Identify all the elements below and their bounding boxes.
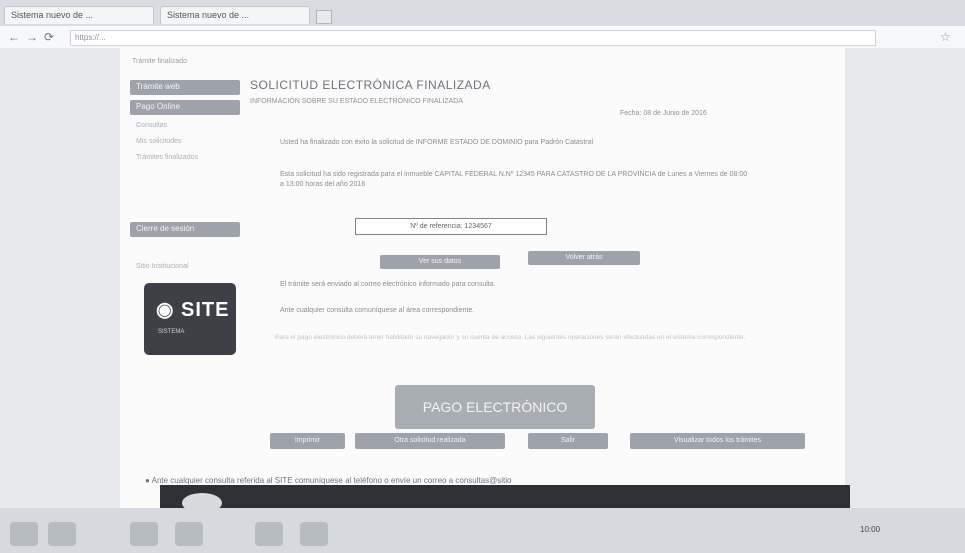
new-request-button[interactable]: Otra solicitud realizada <box>355 433 505 449</box>
view-data-button[interactable]: Ver sus datos <box>380 255 500 269</box>
browser-taskbar-icon[interactable] <box>48 522 76 546</box>
reference-box: Nº de referencia: 1234567 <box>355 218 547 235</box>
system-clock[interactable]: 10:00 <box>860 525 880 534</box>
page-content: Trámite finalizado Trámite web Pago Onli… <box>120 48 845 508</box>
new-tab-button[interactable] <box>316 10 332 24</box>
start-icon[interactable] <box>10 522 38 546</box>
forward-icon[interactable]: → <box>26 30 38 44</box>
page-title: SOLICITUD ELECTRÓNICA FINALIZADA <box>250 78 491 92</box>
left-gutter <box>0 48 120 508</box>
sidebar-link[interactable]: Trámites finalizados <box>136 154 198 161</box>
paragraph: Ante cualquier consulta comuníquese al á… <box>280 307 475 314</box>
page-subtitle: INFORMACIÓN SOBRE SU ESTADO ELECTRÓNICO … <box>250 98 464 105</box>
sidebar-item-pago[interactable]: Pago Online <box>130 100 240 115</box>
breadcrumb[interactable]: Trámite finalizado <box>132 58 187 65</box>
sidebar-link[interactable]: Consultas <box>136 122 167 129</box>
url-input[interactable]: https://... <box>70 30 876 46</box>
footer-text: ● Ante cualquier consulta referida al SI… <box>145 476 512 485</box>
browser-tab[interactable]: Sistema nuevo de ... <box>4 6 154 24</box>
reload-icon[interactable]: ⟳ <box>44 30 54 44</box>
info-note: Para el pago electrónico deberá tener ha… <box>275 334 746 341</box>
sidebar-link[interactable]: Mis solicitudes <box>136 138 182 145</box>
app-taskbar-icon[interactable] <box>255 522 283 546</box>
exit-button[interactable]: Salir <box>528 433 608 449</box>
paragraph: El trámite será enviado al correo electr… <box>280 281 496 288</box>
site-logo: ◉ SITE SISTEMA <box>144 283 236 355</box>
app-taskbar-icon[interactable] <box>300 522 328 546</box>
date-text: Fecha: 08 de Junio de 2016 <box>620 110 707 117</box>
view-tickets-button[interactable]: Volver atrás <box>528 251 640 265</box>
electronic-payment-button[interactable]: PAGO ELECTRÓNICO <box>395 385 595 429</box>
view-all-button[interactable]: Visualizar todos los trámites <box>630 433 805 449</box>
browser-tab-bar: Sistema nuevo de ... Sistema nuevo de ..… <box>0 0 965 26</box>
section-label: Sitio Institucional <box>136 263 189 270</box>
logout-button[interactable]: Cierre de sesión <box>130 222 240 237</box>
paragraph: Usted ha finalizado con éxito la solicit… <box>280 139 594 146</box>
print-button[interactable]: Imprimir <box>270 433 345 449</box>
back-icon[interactable]: ← <box>8 30 20 44</box>
star-icon[interactable]: ☆ <box>940 30 951 44</box>
folder-taskbar-icon[interactable] <box>130 522 158 546</box>
logo-subtext: SISTEMA <box>158 329 185 335</box>
browser-tab[interactable]: Sistema nuevo de ... <box>160 6 310 24</box>
chrome-taskbar-icon[interactable] <box>175 522 203 546</box>
right-gutter <box>845 48 965 508</box>
address-bar: ← → ⟳ https://... ☆ <box>0 26 965 49</box>
logo-text: ◉ SITE <box>156 299 230 321</box>
sidebar-item-tramite[interactable]: Trámite web <box>130 80 240 95</box>
paragraph: Esta solicitud ha sido registrada para e… <box>280 171 748 188</box>
